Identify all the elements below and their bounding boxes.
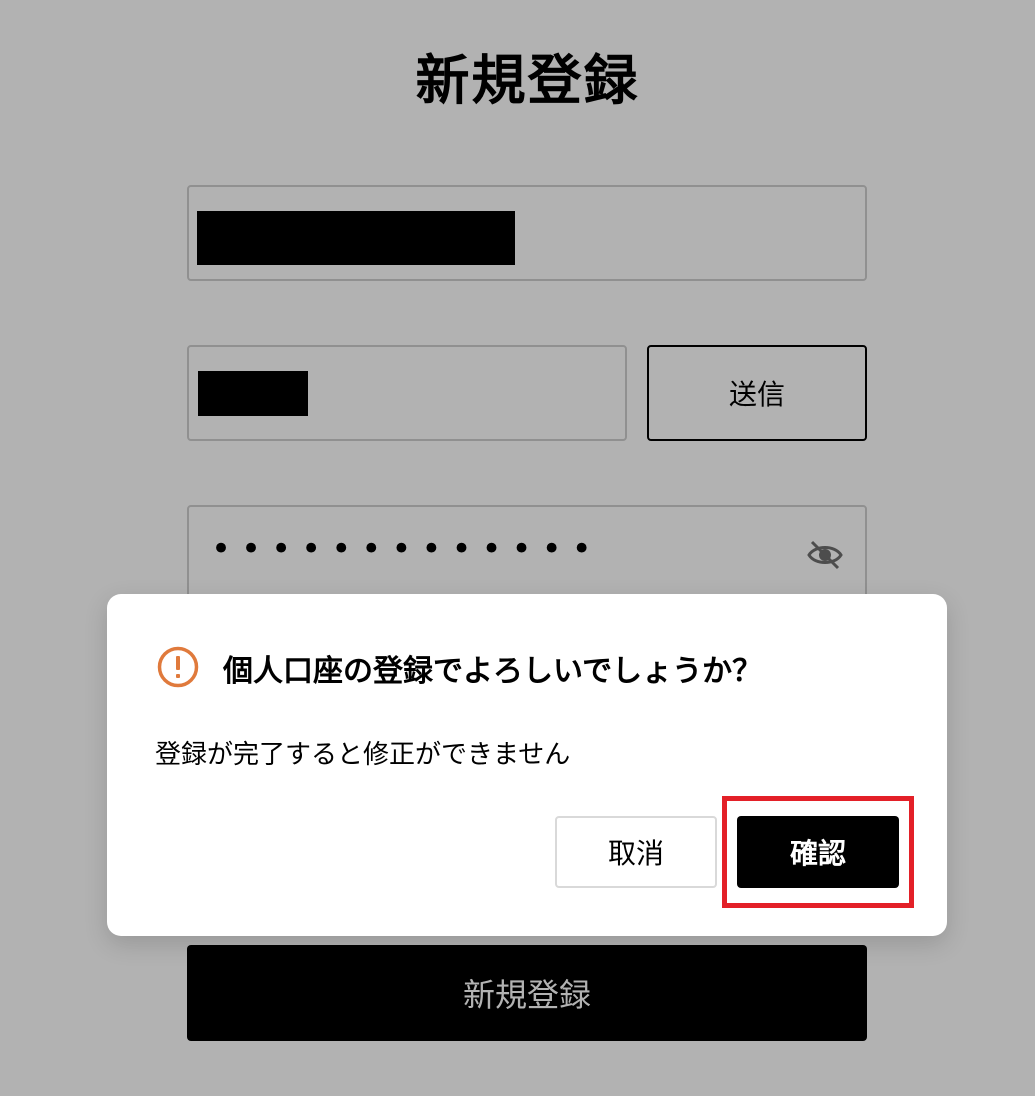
dialog-title: 個人口座の登録でよろしいでしょうか？	[223, 654, 763, 689]
exclamation-circle-icon	[157, 646, 199, 688]
cancel-button[interactable]: 取消	[555, 816, 717, 888]
confirm-button-highlight	[722, 796, 914, 908]
dialog-message: 登録が完了すると修正ができません	[155, 740, 571, 770]
